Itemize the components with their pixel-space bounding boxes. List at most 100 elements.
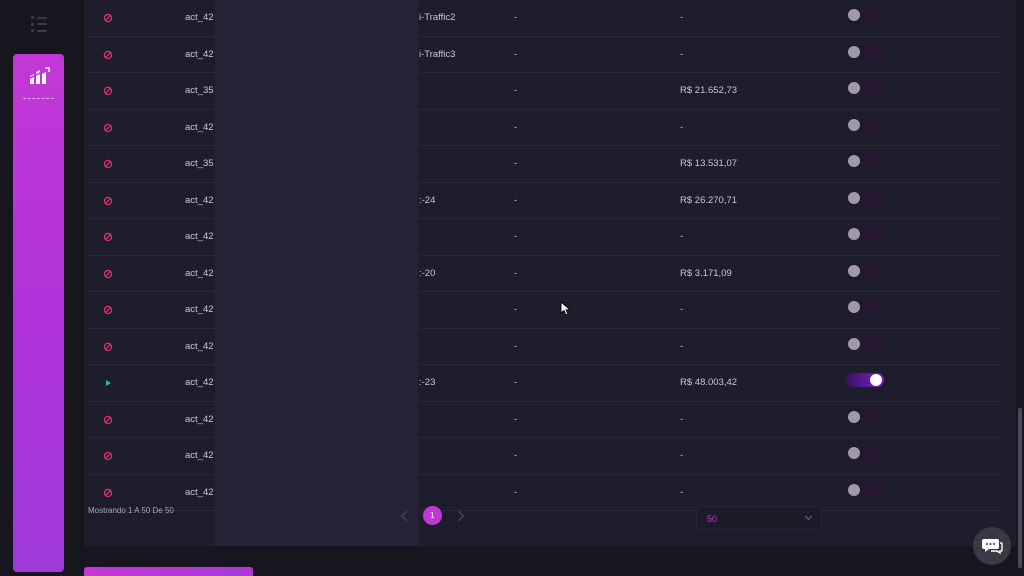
spend-value: - bbox=[680, 48, 684, 60]
campaign-name: :-23 bbox=[419, 377, 436, 388]
per-page-value: 50 bbox=[707, 514, 718, 524]
account-id: act_42 bbox=[185, 121, 214, 133]
page-button-current[interactable]: 1 bbox=[423, 506, 442, 525]
spend-value: R$ 48.003,42 bbox=[680, 377, 738, 388]
blocked-status-icon bbox=[103, 50, 113, 59]
status-toggle[interactable] bbox=[846, 227, 884, 241]
scrollbar-thumb[interactable] bbox=[1018, 408, 1022, 568]
status-toggle[interactable] bbox=[846, 81, 884, 95]
account-id: act_42 bbox=[185, 48, 214, 60]
toggle-knob bbox=[848, 9, 860, 21]
status-toggle[interactable] bbox=[846, 482, 884, 497]
toggle-knob bbox=[848, 228, 860, 240]
toggle-knob bbox=[848, 82, 860, 94]
toggle-knob bbox=[848, 447, 860, 459]
spend-value: - bbox=[680, 486, 684, 498]
redacted-column-overlay bbox=[215, 0, 418, 546]
status-toggle[interactable] bbox=[846, 336, 884, 351]
toggle-knob bbox=[870, 374, 882, 386]
left-rail bbox=[0, 0, 78, 576]
prev-page-icon[interactable] bbox=[400, 509, 412, 522]
spend-value: - bbox=[680, 12, 684, 23]
per-page-select[interactable]: 50 bbox=[696, 506, 822, 530]
metric-cell: - bbox=[514, 121, 518, 133]
blocked-status-icon bbox=[103, 196, 113, 205]
spend-value: - bbox=[680, 340, 684, 352]
account-id: act_42 bbox=[185, 450, 214, 461]
menu-list-icon[interactable] bbox=[31, 16, 49, 32]
metric-cell: - bbox=[514, 231, 518, 242]
blocked-status-icon bbox=[103, 269, 113, 278]
bottom-action-bar[interactable] bbox=[84, 567, 253, 576]
brand-divider bbox=[23, 98, 54, 99]
campaign-name: :-24 bbox=[419, 194, 436, 206]
spend-value: - bbox=[680, 231, 684, 242]
metric-cell: - bbox=[514, 85, 518, 96]
metric-cell: - bbox=[514, 194, 518, 206]
account-id: act_42 bbox=[185, 304, 214, 315]
spend-value: R$ 13.531,07 bbox=[680, 158, 738, 169]
spend-value: - bbox=[680, 413, 684, 425]
pagination-summary: Mostrando 1 A 50 De 50 bbox=[88, 506, 174, 515]
status-toggle[interactable] bbox=[846, 44, 884, 59]
metric-cell: - bbox=[514, 267, 518, 279]
account-id: act_35 bbox=[185, 85, 214, 96]
scrollbar[interactable] bbox=[1016, 0, 1024, 576]
account-id: act_42 bbox=[185, 267, 214, 279]
blocked-status-icon bbox=[103, 159, 113, 169]
metric-cell: - bbox=[514, 304, 518, 315]
blocked-status-icon bbox=[103, 342, 113, 351]
status-toggle[interactable] bbox=[846, 117, 884, 132]
next-page-icon[interactable] bbox=[453, 509, 465, 522]
status-toggle[interactable] bbox=[846, 8, 884, 22]
status-toggle[interactable] bbox=[846, 446, 884, 460]
spend-value: R$ 3.171,09 bbox=[680, 267, 732, 279]
toggle-knob bbox=[848, 45, 860, 58]
metric-cell: - bbox=[514, 158, 518, 169]
account-id: act_42 bbox=[185, 413, 214, 425]
metric-cell: - bbox=[514, 48, 518, 60]
campaigns-card: act_42 i-Traffic2 - - act_42 i-Traffic3 - - act_… bbox=[84, 0, 1016, 546]
status-toggle[interactable] bbox=[846, 154, 884, 168]
blocked-status-icon bbox=[103, 488, 113, 497]
metric-cell: - bbox=[514, 486, 518, 498]
status-toggle[interactable] bbox=[846, 409, 884, 424]
blocked-status-icon bbox=[103, 13, 113, 23]
sidebar-brand-panel bbox=[13, 54, 64, 572]
spend-value: - bbox=[680, 304, 684, 315]
status-toggle[interactable] bbox=[846, 300, 884, 314]
status-toggle[interactable] bbox=[846, 373, 884, 387]
blocked-status-icon bbox=[103, 451, 113, 461]
metric-cell: - bbox=[514, 340, 518, 352]
account-id: act_42 bbox=[185, 231, 214, 242]
spend-value: R$ 26.270,71 bbox=[680, 194, 738, 206]
blocked-status-icon bbox=[103, 86, 113, 96]
blocked-status-icon bbox=[103, 123, 113, 132]
play-status-icon bbox=[106, 380, 111, 386]
toggle-knob bbox=[848, 264, 860, 277]
blocked-status-icon bbox=[103, 232, 113, 242]
campaign-name: :-20 bbox=[419, 267, 436, 279]
status-toggle[interactable] bbox=[846, 190, 884, 205]
chart-logo-icon[interactable] bbox=[28, 66, 50, 86]
toggle-knob bbox=[848, 155, 860, 167]
toggle-knob bbox=[848, 118, 860, 131]
metric-cell: - bbox=[514, 377, 518, 388]
chat-bubble-icon bbox=[982, 539, 1003, 555]
toggle-knob bbox=[848, 410, 860, 423]
toggle-knob bbox=[848, 337, 860, 350]
status-toggle[interactable] bbox=[846, 263, 884, 278]
blocked-status-icon bbox=[103, 415, 113, 424]
chat-button[interactable] bbox=[973, 527, 1011, 565]
pagination: 1 bbox=[400, 506, 465, 525]
toggle-knob bbox=[848, 191, 860, 204]
metric-cell: - bbox=[514, 413, 518, 425]
spend-value: - bbox=[680, 121, 684, 133]
account-id: act_42 bbox=[185, 377, 214, 388]
blocked-status-icon bbox=[103, 305, 113, 315]
metric-cell: - bbox=[514, 12, 518, 23]
spend-value: - bbox=[680, 450, 684, 461]
account-id: act_42 bbox=[185, 340, 214, 352]
campaign-name: i-Traffic3 bbox=[419, 48, 456, 60]
account-id: act_42 bbox=[185, 486, 214, 498]
